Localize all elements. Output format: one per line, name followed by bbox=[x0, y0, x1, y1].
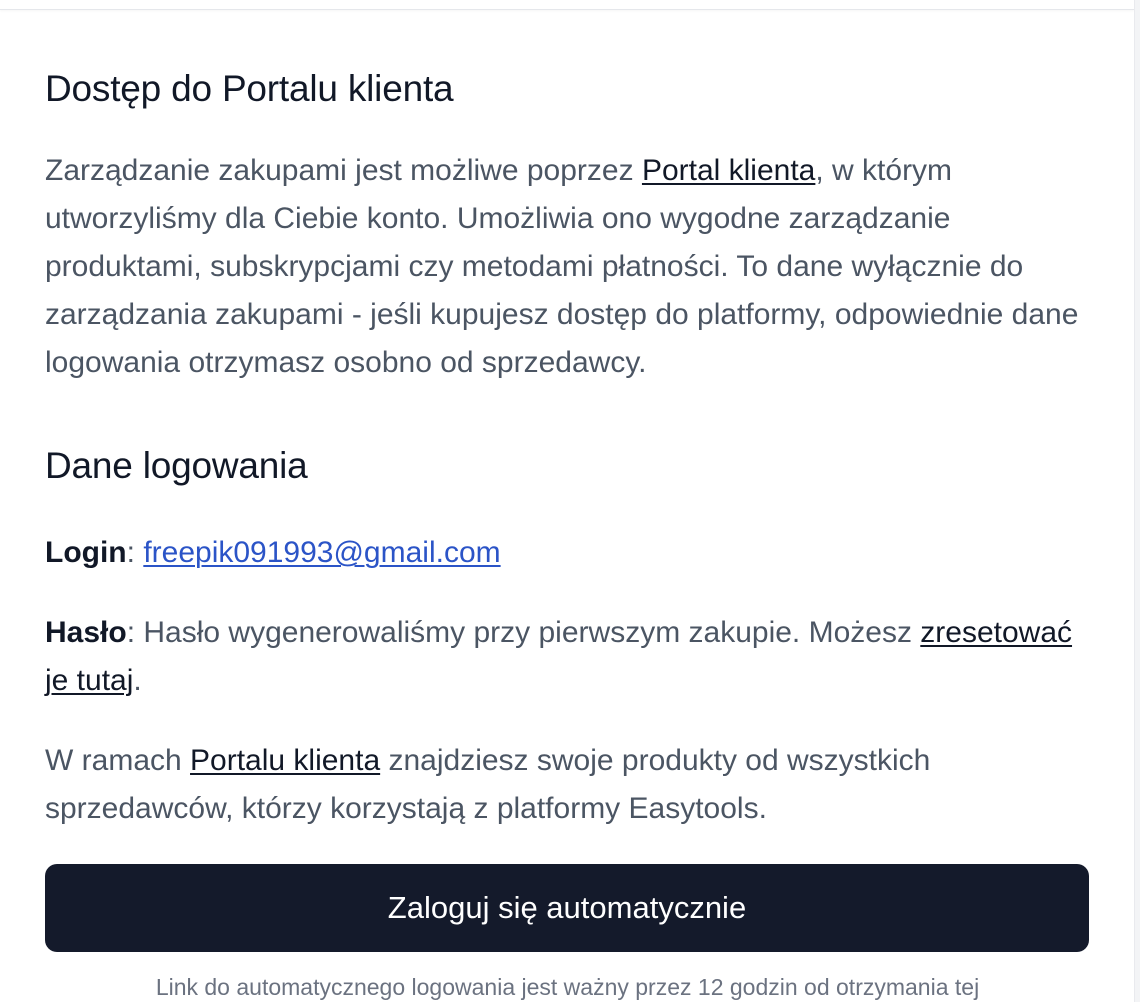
login-heading: Dane logowania bbox=[45, 445, 308, 486]
intro-text-before: Zarządzanie zakupami jest możliwe poprze… bbox=[45, 154, 642, 187]
customer-portal-link-2[interactable]: Portalu klienta bbox=[190, 744, 380, 777]
login-separator: : bbox=[126, 536, 144, 569]
password-text: : Hasło wygenerowaliśmy przy pierwszym z… bbox=[126, 616, 921, 649]
login-email-link[interactable]: freepik091993@gmail.com bbox=[143, 536, 500, 569]
customer-portal-link[interactable]: Portal klienta bbox=[642, 154, 815, 187]
intro-text-after: , w którym utworzyliśmy dla Ciebie konto… bbox=[45, 154, 1079, 379]
login-label: Login bbox=[45, 536, 127, 569]
portal-text-before: W ramach bbox=[45, 744, 191, 777]
login-line: Login: freepik091993@gmail.com bbox=[45, 529, 1090, 577]
portal-paragraph: W ramach Portalu klienta znajdziesz swoj… bbox=[45, 737, 1090, 833]
password-line: Hasło: Hasło wygenerowaliśmy przy pierws… bbox=[45, 609, 1090, 705]
scrollbar-track[interactable] bbox=[1134, 0, 1140, 1002]
access-intro-paragraph: Zarządzanie zakupami jest możliwe poprze… bbox=[45, 147, 1090, 387]
password-end: . bbox=[133, 664, 142, 697]
auto-login-note: Link do automatycznego logowania jest wa… bbox=[155, 974, 980, 1000]
email-content: Dostęp do Portalu klienta Zarządzanie za… bbox=[45, 66, 1090, 1002]
top-bar-shadow bbox=[0, 0, 1134, 10]
access-heading: Dostęp do Portalu klienta bbox=[45, 68, 454, 109]
auto-login-button[interactable]: Zaloguj się automatycznie bbox=[45, 864, 1089, 952]
password-label: Hasło bbox=[45, 616, 127, 649]
